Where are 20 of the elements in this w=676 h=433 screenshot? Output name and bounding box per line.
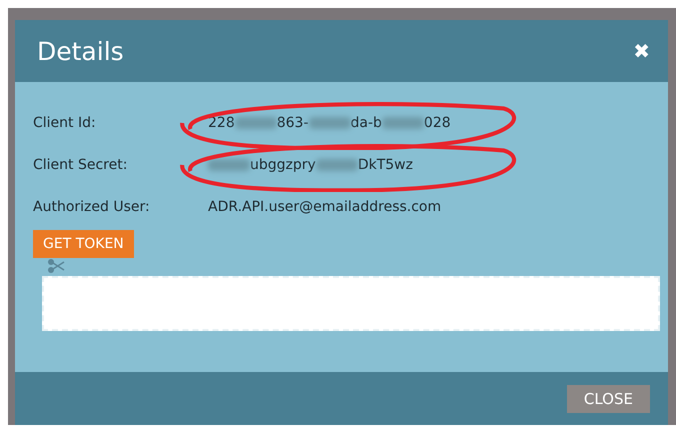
close-button[interactable]: CLOSE: [566, 384, 650, 412]
field-label: Client Secret:: [33, 157, 128, 173]
get-token-button[interactable]: GET TOKEN: [33, 230, 134, 258]
scissors-icon: [45, 258, 65, 274]
token-output-field[interactable]: [42, 276, 660, 331]
field-value: ADR.API.user@emailaddress.com: [208, 199, 442, 215]
field-value: ubggzpry: [250, 157, 316, 173]
field-value: 228: [208, 115, 235, 131]
blurred-text: [234, 117, 277, 129]
field-label: Authorized User:: [33, 199, 151, 215]
field-value: 863-: [276, 115, 309, 131]
field-value: 028: [424, 115, 451, 131]
blurred-text: [382, 117, 424, 129]
blurred-text: [308, 117, 351, 129]
blurred-text: [316, 159, 358, 171]
dialog-title: Details: [37, 36, 124, 66]
field-label: Client Id:: [33, 115, 97, 131]
field-value: DkT5wz: [358, 157, 413, 173]
blurred-text: [208, 159, 250, 171]
field-value: da-b: [350, 115, 382, 131]
